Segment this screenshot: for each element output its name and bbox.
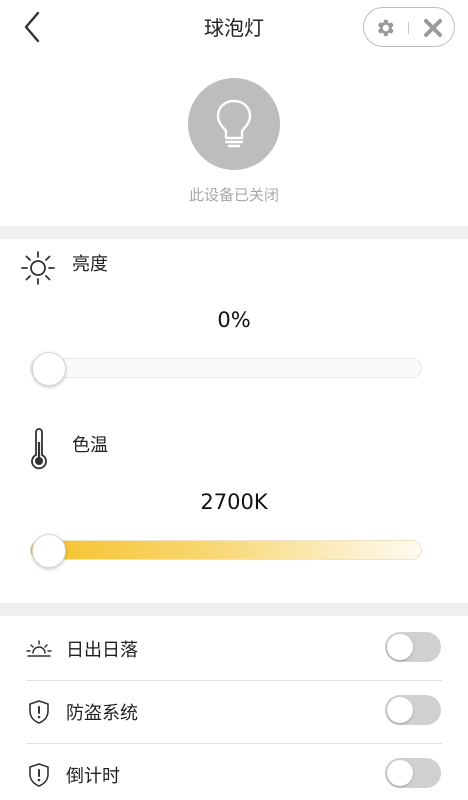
sunrise-icon — [26, 636, 52, 662]
gear-icon[interactable] — [374, 17, 396, 39]
capsule-divider — [408, 22, 409, 34]
brightness-value: 0% — [217, 308, 251, 332]
brightness-label: 亮度 — [72, 254, 108, 275]
power-toggle-button[interactable] — [188, 78, 280, 170]
close-icon[interactable] — [422, 17, 444, 39]
list-item-sunrise-sunset: 日出日落 — [0, 618, 468, 680]
top-bar: 球泡灯 — [0, 0, 468, 56]
section-divider — [0, 226, 468, 239]
color-temp-value: 2700K — [200, 490, 268, 514]
sun-icon — [20, 250, 56, 286]
list-item-anti-theft: 防盗系统 — [0, 681, 468, 743]
shield-alert-icon — [26, 762, 52, 788]
countdown-toggle[interactable] — [385, 758, 441, 788]
toggle-knob — [387, 634, 413, 660]
lightbulb-icon — [216, 99, 252, 148]
color-temp-slider-handle[interactable] — [32, 534, 66, 568]
toggle-knob — [387, 760, 413, 786]
color-temp-label: 色温 — [72, 435, 108, 456]
countdown-label: 倒计时 — [66, 766, 120, 787]
thermometer-icon — [28, 428, 50, 470]
list-item-countdown: 倒计时 — [0, 744, 468, 800]
toggle-knob — [387, 697, 413, 723]
capsule-menu — [363, 7, 455, 47]
sunrise-sunset-label: 日出日落 — [66, 640, 138, 661]
section-divider — [0, 603, 468, 616]
device-status: 此设备已关闭 — [188, 186, 279, 204]
anti-theft-toggle[interactable] — [385, 695, 441, 725]
sunrise-sunset-toggle[interactable] — [385, 632, 441, 662]
brightness-slider-handle[interactable] — [32, 352, 66, 386]
anti-theft-label: 防盗系统 — [66, 703, 138, 724]
color-temp-slider-track[interactable] — [30, 540, 422, 560]
brightness-slider-track[interactable] — [30, 358, 422, 378]
shield-alert-icon — [26, 699, 52, 725]
